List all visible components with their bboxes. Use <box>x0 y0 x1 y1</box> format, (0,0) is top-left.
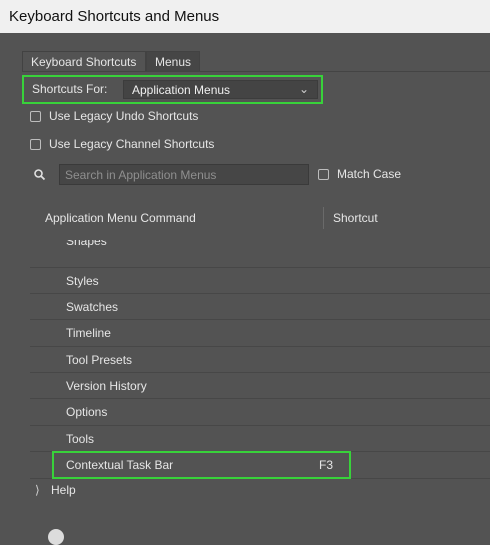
column-header-command[interactable]: Application Menu Command <box>45 211 196 225</box>
chevron-right-icon[interactable]: ⟩ <box>35 483 40 497</box>
command-shortcut[interactable]: F3 <box>319 458 333 472</box>
tab-keyboard-shortcuts[interactable]: Keyboard Shortcuts <box>22 51 146 71</box>
command-name: Timeline <box>66 326 111 340</box>
command-name: Shapes <box>66 240 107 248</box>
list-divider <box>30 478 490 479</box>
match-case-checkbox[interactable] <box>318 169 329 180</box>
shortcuts-for-label: Shortcuts For: <box>32 82 108 96</box>
list-item-contextual-task-bar[interactable]: Contextual Task Bar F3 <box>30 451 490 477</box>
tab-divider <box>22 71 490 72</box>
command-name: Options <box>66 405 108 419</box>
command-name: Tools <box>66 432 95 446</box>
legacy-undo-label: Use Legacy Undo Shortcuts <box>49 109 199 123</box>
command-name: Version History <box>66 379 147 393</box>
group-label: Help <box>51 483 76 497</box>
tab-menus[interactable]: Menus <box>146 51 200 71</box>
partial-circle-icon <box>48 529 64 545</box>
shortcuts-for-value: Application Menus <box>132 83 231 97</box>
list-item-styles[interactable]: Styles <box>30 267 490 293</box>
list-item-tool-presets[interactable]: Tool Presets <box>30 346 490 372</box>
match-case-label: Match Case <box>337 167 402 181</box>
command-list: Shapes Styles Swatches Timeline Tool Pre… <box>30 240 490 505</box>
command-name: Styles <box>66 274 99 288</box>
column-divider[interactable] <box>323 207 324 229</box>
list-item-tools[interactable]: Tools <box>30 425 490 451</box>
command-name: Swatches <box>66 300 119 314</box>
shortcuts-for-select[interactable]: Application Menus ⌄ <box>123 80 318 99</box>
search-input[interactable] <box>59 164 309 185</box>
window-title: Keyboard Shortcuts and Menus <box>9 8 220 25</box>
chevron-down-icon: ⌄ <box>298 82 309 96</box>
list-item-shapes[interactable]: Shapes <box>30 240 490 266</box>
list-item-version-history[interactable]: Version History <box>30 372 490 398</box>
shortcuts-for-group: Shortcuts For: Application Menus ⌄ <box>22 75 323 104</box>
search-icon <box>34 169 46 181</box>
list-item-swatches[interactable]: Swatches <box>30 293 490 319</box>
group-help[interactable]: ⟩ Help <box>30 480 490 504</box>
legacy-channel-label: Use Legacy Channel Shortcuts <box>49 137 215 151</box>
title-bar: Keyboard Shortcuts and Menus <box>0 0 490 33</box>
command-name: Contextual Task Bar <box>66 458 174 472</box>
list-item-options[interactable]: Options <box>30 398 490 424</box>
legacy-undo-checkbox[interactable] <box>30 111 41 122</box>
command-name: Tool Presets <box>66 353 133 367</box>
column-header-shortcut[interactable]: Shortcut <box>333 211 378 225</box>
list-item-timeline[interactable]: Timeline <box>30 319 490 345</box>
legacy-channel-checkbox[interactable] <box>30 139 41 150</box>
